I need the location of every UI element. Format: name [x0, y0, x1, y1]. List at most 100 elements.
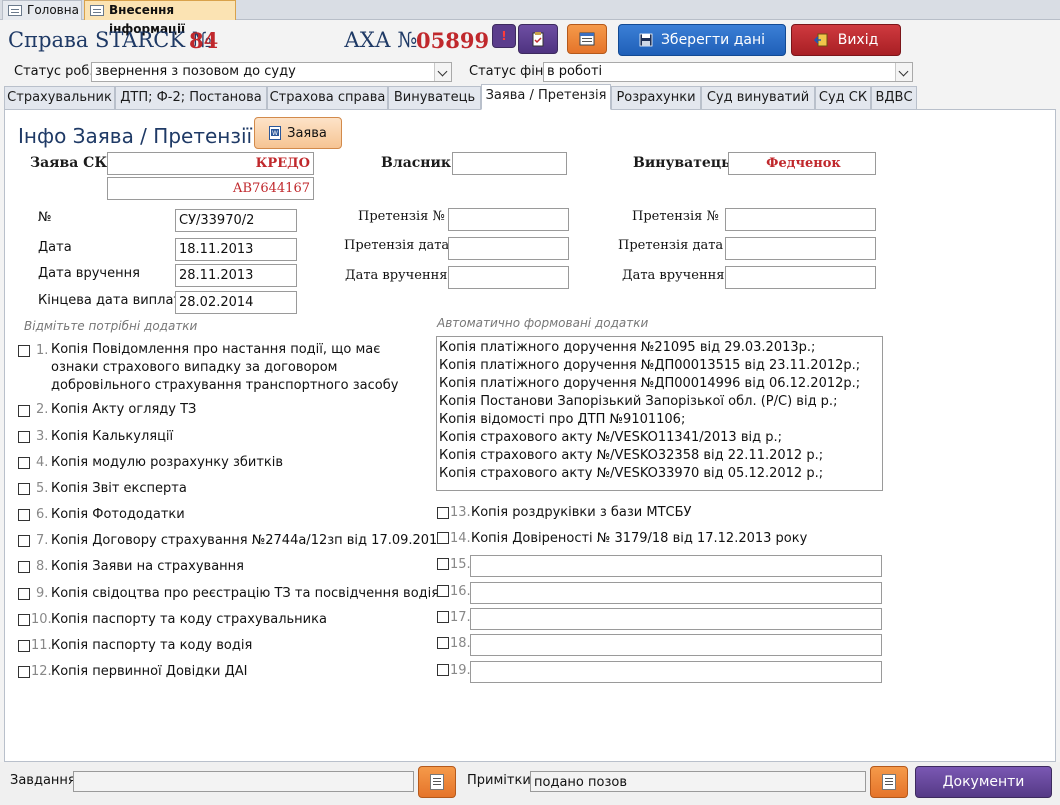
extra-attachment-number: 19.: [450, 663, 471, 678]
extra-attachment-field[interactable]: [470, 582, 882, 604]
tasks-field[interactable]: [73, 771, 414, 792]
attachment-checkbox[interactable]: [437, 507, 449, 519]
work-status-value: звернення з позовом до суду: [95, 64, 296, 79]
tab-home[interactable]: Головна: [2, 0, 82, 20]
list-item: Копія страхового акту №/VESKO11341/2013 …: [439, 430, 782, 445]
claim3-date-label: Претензія дата: [618, 238, 724, 253]
tab-court-culprit[interactable]: Суд винуватий: [701, 86, 815, 110]
attachment-number: 11.: [31, 638, 52, 653]
claim2-number-field[interactable]: [448, 208, 569, 231]
claim2-number-label: Претензія №: [358, 209, 445, 224]
tab-vdvs[interactable]: ВДВС: [871, 86, 917, 110]
tab-court-sk[interactable]: Суд СК: [815, 86, 871, 110]
fin-status-label: Статус фін.: [469, 64, 548, 79]
claim2-delivery-field[interactable]: [448, 266, 569, 289]
payment-deadline-field[interactable]: 28.02.2014: [175, 291, 297, 314]
attachment-checkbox[interactable]: [18, 405, 30, 417]
notes-field[interactable]: подано позов: [530, 771, 866, 792]
auto-attachments-list[interactable]: Копія платіжного доручення №21095 від 29…: [436, 336, 883, 491]
claim3-number-label: Претензія №: [632, 209, 719, 224]
clipboard-button[interactable]: [518, 24, 558, 54]
extra-attachment-field[interactable]: [470, 608, 882, 630]
tab-insured[interactable]: Страхувальник: [4, 86, 115, 110]
documents-button[interactable]: Документи: [915, 766, 1052, 798]
zayava-button[interactable]: W Заява: [254, 117, 342, 149]
attachment-checkbox[interactable]: [18, 431, 30, 443]
document-icon: [882, 774, 896, 790]
extra-attachment-field[interactable]: [470, 634, 882, 656]
extra-attachment-checkbox[interactable]: [437, 611, 449, 623]
chevron-down-icon[interactable]: [434, 63, 451, 81]
extra-attachment-number: 15.: [450, 557, 471, 572]
claim3-number-field[interactable]: [725, 208, 876, 231]
attachment-checkbox[interactable]: [18, 561, 30, 573]
attachment-number: 2.: [36, 402, 49, 417]
documents-button-label: Документи: [942, 774, 1025, 790]
extra-attachment-checkbox[interactable]: [437, 637, 449, 649]
tab-claim[interactable]: Заява / Претензія: [481, 84, 611, 110]
attachment-checkbox[interactable]: [18, 345, 30, 357]
attachment-number: 8.: [36, 559, 49, 574]
tasks-label: Завдання: [10, 773, 76, 788]
extra-attachment-number: 17.: [450, 610, 471, 625]
tab-insurance-case[interactable]: Страхова справа: [267, 86, 388, 110]
extra-attachment-field[interactable]: [470, 555, 882, 577]
attachment-checkbox[interactable]: [437, 532, 449, 544]
attachment-number: 9.: [36, 586, 49, 601]
tab-calculations[interactable]: Розрахунки: [611, 86, 701, 110]
exit-button-label: Вихід: [837, 32, 879, 48]
claim2-date-field[interactable]: [448, 237, 569, 260]
attachment-text: Копія свідоцтва про реєстрацію ТЗ та пос…: [51, 586, 440, 601]
work-status-select[interactable]: звернення з позовом до суду: [91, 62, 452, 82]
attachment-text: Копія модулю розрахунку збитків: [51, 455, 284, 470]
sk-policy-field[interactable]: АВ7644167: [107, 177, 314, 200]
zayava-button-label: Заява: [287, 125, 327, 141]
fin-status-select[interactable]: в роботі: [543, 62, 913, 82]
culprit-label: Винуватець:: [633, 155, 736, 171]
attachment-number: 1.: [36, 343, 49, 358]
extra-attachment-checkbox[interactable]: [437, 664, 449, 676]
claim-number-field[interactable]: СУ/33970/2: [175, 209, 297, 232]
alert-button[interactable]: !: [492, 24, 516, 48]
owner-field[interactable]: [452, 152, 567, 175]
attachment-checkbox[interactable]: [18, 483, 30, 495]
attachment-checkbox[interactable]: [18, 457, 30, 469]
sk-name-field[interactable]: КРЕДО: [107, 152, 314, 175]
claim3-date-field[interactable]: [725, 237, 876, 260]
attachment-number: 3.: [36, 429, 49, 444]
attachment-number: 12.: [31, 664, 52, 679]
tab-accident[interactable]: ДТП; Ф-2; Постанова: [115, 86, 267, 110]
delivery-date-field[interactable]: 28.11.2013: [175, 264, 297, 287]
form-icon: [90, 5, 104, 16]
claim3-delivery-field[interactable]: [725, 266, 876, 289]
case-label: Справа STARCK №: [8, 28, 212, 52]
attachment-checkbox[interactable]: [18, 588, 30, 600]
tab-culprit[interactable]: Винуватець: [388, 86, 481, 110]
sk-label: Заява СК:: [30, 155, 113, 171]
attachment-checkbox[interactable]: [18, 535, 30, 547]
attachment-checkbox[interactable]: [18, 666, 30, 678]
exit-door-icon: [813, 33, 828, 47]
attachment-checkbox[interactable]: [18, 640, 30, 652]
extra-attachment-field[interactable]: [470, 661, 882, 683]
tasks-edit-button[interactable]: [418, 766, 456, 798]
section-title: Інфо Заява / Претензії: [18, 124, 253, 148]
floppy-disk-icon: [639, 33, 653, 47]
auto-attachments-hint: Автоматично формовані додатки: [437, 316, 649, 330]
attachments-hint: Відмітьте потрібні додатки: [24, 319, 198, 333]
culprit-field[interactable]: Федченок: [728, 152, 876, 175]
chevron-down-icon[interactable]: [895, 63, 912, 81]
form-button[interactable]: [567, 24, 607, 54]
attachment-checkbox[interactable]: [18, 509, 30, 521]
extra-attachment-number: 16.: [450, 584, 471, 599]
notes-edit-button[interactable]: [870, 766, 908, 798]
exit-button[interactable]: Вихід: [791, 24, 901, 56]
extra-attachment-checkbox[interactable]: [437, 585, 449, 597]
attachment-checkbox[interactable]: [18, 614, 30, 626]
list-item: Копія платіжного доручення №ДП00014996 в…: [439, 376, 861, 391]
tab-entry[interactable]: Внесення інформації: [84, 0, 236, 36]
save-button[interactable]: Зберегти дані: [618, 24, 786, 56]
list-item: Копія страхового акту №/VESKO32358 від 2…: [439, 448, 824, 463]
extra-attachment-checkbox[interactable]: [437, 558, 449, 570]
claim-date-field[interactable]: 18.11.2013: [175, 238, 297, 261]
